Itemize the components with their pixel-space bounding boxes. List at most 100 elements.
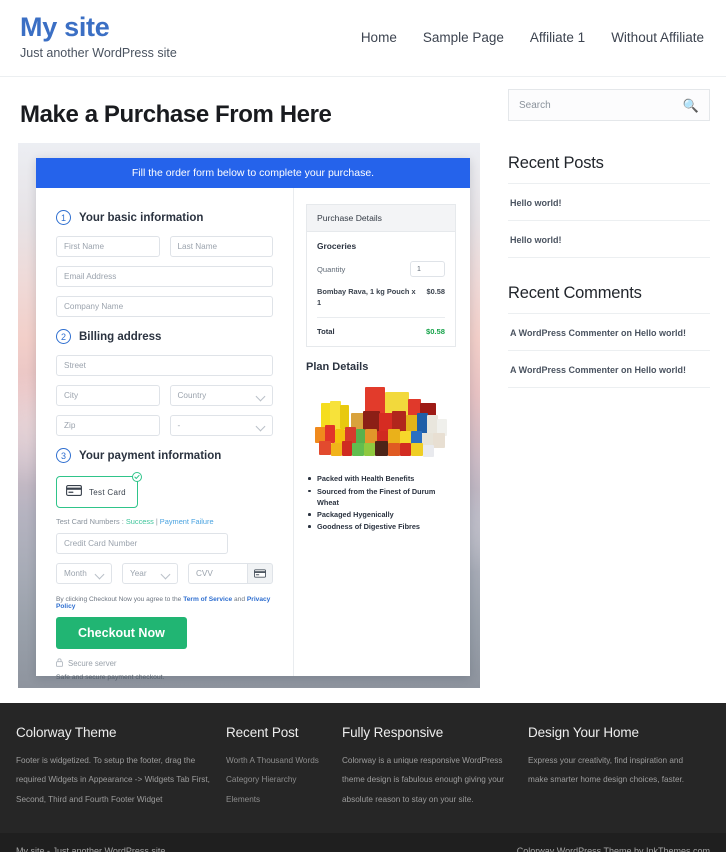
list-item[interactable]: Elements: [226, 790, 328, 809]
step-title-payment-info: Your payment information: [79, 449, 222, 462]
test-card-success-link[interactable]: Success: [126, 517, 154, 526]
zip-field[interactable]: Zip: [56, 415, 160, 436]
quantity-input[interactable]: 1: [410, 261, 445, 277]
step-number-3: 3: [56, 448, 71, 463]
step-heading-billing-address: 2 Billing address: [56, 329, 273, 344]
checkout-form: 1 Your basic information First Name Last…: [36, 188, 294, 681]
step-number-2: 2: [56, 329, 71, 344]
site-tagline: Just another WordPress site: [20, 46, 177, 61]
test-card-prefix: Test Card Numbers :: [56, 517, 126, 526]
site-footer: Colorway Theme Footer is widgetized. To …: [0, 703, 726, 833]
name-row: First Name Last Name: [56, 236, 273, 257]
footer-widget-text: Colorway is a unique responsive WordPres…: [342, 756, 505, 804]
step-title-basic-info: Your basic information: [79, 211, 204, 224]
site-branding[interactable]: My site Just another WordPress site: [20, 12, 177, 60]
list-item[interactable]: Category Hierarchy: [226, 770, 328, 789]
footer-bottom-bar: My site - Just another WordPress site Co…: [0, 832, 726, 852]
payment-method-label: Test Card: [89, 487, 126, 497]
search-input[interactable]: [519, 99, 683, 111]
recent-comments-list: A WordPress Commenter on Hello world! A …: [508, 313, 710, 388]
footer-widget-fully-responsive: Fully Responsive Colorway is a unique re…: [342, 725, 528, 809]
credit-card-icon: [66, 483, 82, 501]
list-item[interactable]: Hello world!: [508, 183, 710, 220]
city-country-row: City Country: [56, 385, 273, 406]
total-amount: $0.58: [425, 327, 445, 337]
nav-item-without-affiliate[interactable]: Without Affiliate: [611, 30, 704, 45]
footer-credit: Colorway WordPress Theme by InkThemes.co…: [516, 845, 710, 852]
city-field[interactable]: City: [56, 385, 160, 406]
expiry-cvv-row: Month Year CVV: [56, 563, 273, 584]
purchase-details-heading: Purchase Details: [307, 205, 455, 232]
purchase-summary: Purchase Details Groceries Quantity 1 Bo…: [294, 188, 470, 676]
product-group-name: Groceries: [317, 241, 357, 251]
step-number-1: 1: [56, 210, 71, 225]
recent-post-link[interactable]: Hello world!: [510, 198, 562, 208]
state-select[interactable]: -: [169, 415, 273, 436]
terms-text: By clicking Checkout Now you agree to th…: [56, 596, 273, 610]
quantity-label: Quantity: [317, 264, 346, 274]
primary-navigation: Home Sample Page Affiliate 1 Without Aff…: [361, 12, 706, 45]
cvv-group: CVV: [188, 563, 273, 584]
country-select[interactable]: Country: [169, 385, 273, 406]
first-name-field[interactable]: First Name: [56, 236, 160, 257]
safe-checkout-note: Safe and secure payment checkout.: [56, 674, 165, 681]
nav-item-home[interactable]: Home: [361, 30, 397, 45]
company-name-field[interactable]: Company Name: [56, 296, 273, 317]
list-item[interactable]: Hello world!: [508, 220, 710, 258]
list-item[interactable]: A WordPress Commenter on Hello world!: [508, 350, 710, 388]
recent-posts-list: Hello world! Hello world!: [508, 183, 710, 258]
footer-widget-text: Footer is widgetized. To setup the foote…: [16, 756, 210, 804]
nav-item-sample-page[interactable]: Sample Page: [423, 30, 504, 45]
footer-widget-title: Fully Responsive: [342, 725, 444, 740]
expiry-year-select[interactable]: Year: [122, 563, 178, 584]
checkout-now-button[interactable]: Checkout Now: [56, 617, 187, 649]
plan-feature-item: Sourced from the Finest of Durum Wheat: [308, 486, 456, 509]
footer-widget-title: Recent Post: [226, 725, 299, 740]
test-card-failure-link[interactable]: Payment Failure: [160, 517, 214, 526]
test-card-numbers: Test Card Numbers : Success | Payment Fa…: [56, 517, 273, 526]
product-image: [307, 385, 455, 463]
step-title-billing-address: Billing address: [79, 330, 162, 343]
cvv-field[interactable]: CVV: [188, 563, 247, 584]
secure-server-label: Secure server: [68, 659, 117, 668]
email-row: Email Address: [56, 266, 273, 287]
street-field[interactable]: Street: [56, 355, 273, 376]
last-name-field[interactable]: Last Name: [169, 236, 273, 257]
search-icon[interactable]: 🔍: [683, 99, 699, 112]
footer-copyright: My site - Just another WordPress site: [16, 845, 166, 852]
payment-method-test-card[interactable]: Test Card: [56, 472, 142, 508]
line-item-price: $0.58: [426, 287, 446, 296]
recent-posts-title: Recent Posts: [508, 154, 604, 172]
checkout-section: Fill the order form below to complete yo…: [18, 143, 480, 688]
footer-widget-title: Colorway Theme: [16, 725, 117, 740]
plan-feature-item: Packed with Health Benefits: [308, 473, 456, 484]
footer-widget-title: Design Your Home: [528, 725, 639, 740]
page-title: Make a Purchase From Here: [20, 101, 332, 128]
page-wrapper: Make a Purchase From Here Fill the order…: [0, 77, 726, 688]
footer-widget-design-your-home: Design Your Home Express your creativity…: [528, 725, 710, 809]
step-heading-basic-info: 1 Your basic information: [56, 210, 273, 225]
email-field[interactable]: Email Address: [56, 266, 273, 287]
recent-comment-link[interactable]: A WordPress Commenter on Hello world!: [510, 328, 686, 338]
list-item[interactable]: A WordPress Commenter on Hello world!: [508, 313, 710, 350]
recent-comments-title: Recent Comments: [508, 284, 642, 302]
plan-feature-item: Packaged Hygenically: [308, 509, 456, 520]
credit-card-number-field[interactable]: Credit Card Number: [56, 533, 228, 554]
step-heading-payment-info: 3 Your payment information: [56, 448, 273, 463]
recent-post-link[interactable]: Hello world!: [510, 235, 562, 245]
recent-comment-link[interactable]: A WordPress Commenter on Hello world!: [510, 365, 686, 375]
site-title[interactable]: My site: [20, 12, 177, 43]
terms-of-service-link[interactable]: Term of Service: [183, 596, 232, 603]
nav-item-affiliate-1[interactable]: Affiliate 1: [530, 30, 585, 45]
checkout-card-body: 1 Your basic information First Name Last…: [36, 188, 470, 681]
search-widget: 🔍: [508, 89, 710, 121]
expiry-month-select[interactable]: Month: [56, 563, 112, 584]
total-label: Total: [317, 327, 335, 337]
company-row: Company Name: [56, 296, 273, 317]
line-item-name: Bombay Rava, 1 kg Pouch x 1: [317, 287, 416, 308]
total-row: Total $0.58: [317, 318, 445, 336]
purchase-details-body: Groceries Quantity 1 Bombay Rava, 1 kg P…: [307, 232, 455, 346]
list-item[interactable]: Worth A Thousand Words: [226, 751, 328, 770]
footer-recent-post-list: Worth A Thousand Words Category Hierarch…: [226, 751, 328, 809]
quantity-row: Quantity 1: [317, 261, 445, 277]
